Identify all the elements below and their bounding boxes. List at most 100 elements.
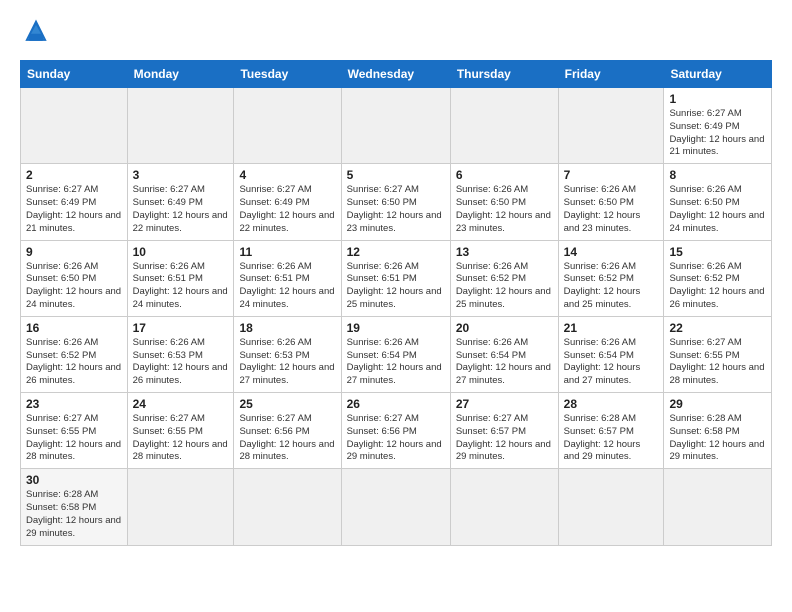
day-info: Sunrise: 6:26 AM Sunset: 6:51 PM Dayligh… bbox=[133, 261, 229, 312]
day-header-sunday: Sunday bbox=[21, 61, 128, 88]
day-info: Sunrise: 6:28 AM Sunset: 6:58 PM Dayligh… bbox=[669, 413, 766, 464]
day-number: 1 bbox=[669, 92, 766, 106]
day-info: Sunrise: 6:27 AM Sunset: 6:49 PM Dayligh… bbox=[26, 184, 122, 235]
calendar-cell: 3 Sunrise: 6:27 AM Sunset: 6:49 PM Daylig… bbox=[127, 164, 234, 240]
day-number: 22 bbox=[669, 321, 766, 335]
day-number: 7 bbox=[564, 168, 659, 182]
calendar-cell: 5Sunrise: 6:27 AM Sunset: 6:50 PM Daylig… bbox=[341, 164, 450, 240]
day-number: 17 bbox=[133, 321, 229, 335]
calendar-cell: 1 Sunrise: 6:27 AM Sunset: 6:49 PM Daylig… bbox=[664, 88, 772, 164]
day-header-thursday: Thursday bbox=[450, 61, 558, 88]
day-number: 16 bbox=[26, 321, 122, 335]
day-number: 27 bbox=[456, 397, 553, 411]
calendar-cell: 30 Sunrise: 6:28 AM Sunset: 6:58 PM Dayli… bbox=[21, 469, 128, 545]
calendar-week-2: 2 Sunrise: 6:27 AM Sunset: 6:49 PM Daylig… bbox=[21, 164, 772, 240]
day-header-tuesday: Tuesday bbox=[234, 61, 341, 88]
calendar-cell: 26 Sunrise: 6:27 AM Sunset: 6:56 PM Dayli… bbox=[341, 393, 450, 469]
day-header-saturday: Saturday bbox=[664, 61, 772, 88]
calendar-cell: 2 Sunrise: 6:27 AM Sunset: 6:49 PM Daylig… bbox=[21, 164, 128, 240]
calendar-cell: 23Sunrise: 6:27 AM Sunset: 6:55 PM Dayli… bbox=[21, 393, 128, 469]
day-info: Sunrise: 6:26 AM Sunset: 6:50 PM Dayligh… bbox=[26, 261, 122, 312]
calendar-cell: 19 Sunrise: 6:26 AM Sunset: 6:54 PM Dayli… bbox=[341, 316, 450, 392]
day-info: Sunrise: 6:26 AM Sunset: 6:54 PM Dayligh… bbox=[456, 337, 553, 388]
day-number: 15 bbox=[669, 245, 766, 259]
calendar-cell: 20 Sunrise: 6:26 AM Sunset: 6:54 PM Dayli… bbox=[450, 316, 558, 392]
header bbox=[20, 16, 772, 48]
calendar-cell bbox=[341, 469, 450, 545]
calendar-cell bbox=[127, 469, 234, 545]
day-info: Sunrise: 6:27 AM Sunset: 6:55 PM Dayligh… bbox=[133, 413, 229, 464]
day-header-monday: Monday bbox=[127, 61, 234, 88]
day-header-wednesday: Wednesday bbox=[341, 61, 450, 88]
day-info: Sunrise: 6:28 AM Sunset: 6:58 PM Dayligh… bbox=[26, 489, 122, 540]
day-info: Sunrise: 6:26 AM Sunset: 6:54 PM Dayligh… bbox=[564, 337, 659, 388]
day-number: 10 bbox=[133, 245, 229, 259]
day-header-friday: Friday bbox=[558, 61, 664, 88]
day-number: 3 bbox=[133, 168, 229, 182]
day-number: 12 bbox=[347, 245, 445, 259]
day-info: Sunrise: 6:26 AM Sunset: 6:52 PM Dayligh… bbox=[26, 337, 122, 388]
calendar-cell: 24 Sunrise: 6:27 AM Sunset: 6:55 PM Dayli… bbox=[127, 393, 234, 469]
day-info: Sunrise: 6:27 AM Sunset: 6:55 PM Dayligh… bbox=[669, 337, 766, 388]
calendar-cell: 27 Sunrise: 6:27 AM Sunset: 6:57 PM Dayli… bbox=[450, 393, 558, 469]
calendar-cell: 9 Sunrise: 6:26 AM Sunset: 6:50 PM Daylig… bbox=[21, 240, 128, 316]
day-number: 19 bbox=[347, 321, 445, 335]
day-number: 4 bbox=[239, 168, 335, 182]
day-info: Sunrise: 6:27 AM Sunset: 6:56 PM Dayligh… bbox=[347, 413, 445, 464]
calendar-cell: 11 Sunrise: 6:26 AM Sunset: 6:51 PM Dayli… bbox=[234, 240, 341, 316]
calendar-cell: 13Sunrise: 6:26 AM Sunset: 6:52 PM Dayli… bbox=[450, 240, 558, 316]
day-info: Sunrise: 6:27 AM Sunset: 6:57 PM Dayligh… bbox=[456, 413, 553, 464]
day-number: 5 bbox=[347, 168, 445, 182]
day-info: Sunrise: 6:26 AM Sunset: 6:52 PM Dayligh… bbox=[669, 261, 766, 312]
day-number: 25 bbox=[239, 397, 335, 411]
day-info: Sunrise: 6:26 AM Sunset: 6:51 PM Dayligh… bbox=[347, 261, 445, 312]
calendar-cell: 29 Sunrise: 6:28 AM Sunset: 6:58 PM Dayli… bbox=[664, 393, 772, 469]
calendar-cell bbox=[558, 88, 664, 164]
calendar-cell bbox=[234, 88, 341, 164]
day-number: 11 bbox=[239, 245, 335, 259]
calendar-week-5: 23 Sunrise: 6:27 AM Sunset: 6:55 PM Dayli… bbox=[21, 393, 772, 469]
calendar-cell: 17Sunrise: 6:26 AM Sunset: 6:53 PM Dayli… bbox=[127, 316, 234, 392]
calendar-cell bbox=[558, 469, 664, 545]
day-info: Sunrise: 6:27 AM Sunset: 6:49 PM Dayligh… bbox=[239, 184, 335, 235]
day-number: 26 bbox=[347, 397, 445, 411]
calendar-cell: 7Sunrise: 6:26 AM Sunset: 6:50 PM Daylig… bbox=[558, 164, 664, 240]
logo-icon bbox=[20, 16, 52, 48]
calendar-week-4: 16 Sunrise: 6:26 AM Sunset: 6:52 PM Dayli… bbox=[21, 316, 772, 392]
day-info: Sunrise: 6:27 AM Sunset: 6:56 PM Dayligh… bbox=[239, 413, 335, 464]
day-number: 8 bbox=[669, 168, 766, 182]
day-number: 30 bbox=[26, 473, 122, 487]
calendar-cell bbox=[450, 469, 558, 545]
calendar-cell bbox=[664, 469, 772, 545]
calendar-cell: 6Sunrise: 6:26 AM Sunset: 6:50 PM Daylig… bbox=[450, 164, 558, 240]
day-info: Sunrise: 6:26 AM Sunset: 6:52 PM Dayligh… bbox=[564, 261, 659, 312]
day-number: 21 bbox=[564, 321, 659, 335]
calendar-cell: 8 Sunrise: 6:26 AM Sunset: 6:50 PM Daylig… bbox=[664, 164, 772, 240]
day-number: 23 bbox=[26, 397, 122, 411]
calendar-week-1: 1 Sunrise: 6:27 AM Sunset: 6:49 PM Daylig… bbox=[21, 88, 772, 164]
day-info: Sunrise: 6:27 AM Sunset: 6:49 PM Dayligh… bbox=[133, 184, 229, 235]
day-number: 9 bbox=[26, 245, 122, 259]
calendar-cell bbox=[127, 88, 234, 164]
day-info: Sunrise: 6:26 AM Sunset: 6:51 PM Dayligh… bbox=[239, 261, 335, 312]
calendar-cell: 25 Sunrise: 6:27 AM Sunset: 6:56 PM Dayli… bbox=[234, 393, 341, 469]
day-info: Sunrise: 6:26 AM Sunset: 6:53 PM Dayligh… bbox=[239, 337, 335, 388]
day-number: 24 bbox=[133, 397, 229, 411]
calendar-cell: 12 Sunrise: 6:26 AM Sunset: 6:51 PM Dayli… bbox=[341, 240, 450, 316]
day-info: Sunrise: 6:26 AM Sunset: 6:54 PM Dayligh… bbox=[347, 337, 445, 388]
calendar-cell: 4 Sunrise: 6:27 AM Sunset: 6:49 PM Daylig… bbox=[234, 164, 341, 240]
day-number: 2 bbox=[26, 168, 122, 182]
day-number: 20 bbox=[456, 321, 553, 335]
day-info: Sunrise: 6:26 AM Sunset: 6:52 PM Dayligh… bbox=[456, 261, 553, 312]
day-info: Sunrise: 6:26 AM Sunset: 6:50 PM Dayligh… bbox=[669, 184, 766, 235]
calendar-cell bbox=[234, 469, 341, 545]
day-number: 14 bbox=[564, 245, 659, 259]
day-info: Sunrise: 6:27 AM Sunset: 6:49 PM Dayligh… bbox=[669, 108, 766, 159]
calendar-cell: 16 Sunrise: 6:26 AM Sunset: 6:52 PM Dayli… bbox=[21, 316, 128, 392]
calendar-cell: 21 Sunrise: 6:26 AM Sunset: 6:54 PM Dayli… bbox=[558, 316, 664, 392]
day-number: 29 bbox=[669, 397, 766, 411]
calendar-week-3: 9 Sunrise: 6:26 AM Sunset: 6:50 PM Daylig… bbox=[21, 240, 772, 316]
calendar-cell bbox=[450, 88, 558, 164]
calendar-cell bbox=[21, 88, 128, 164]
day-number: 18 bbox=[239, 321, 335, 335]
